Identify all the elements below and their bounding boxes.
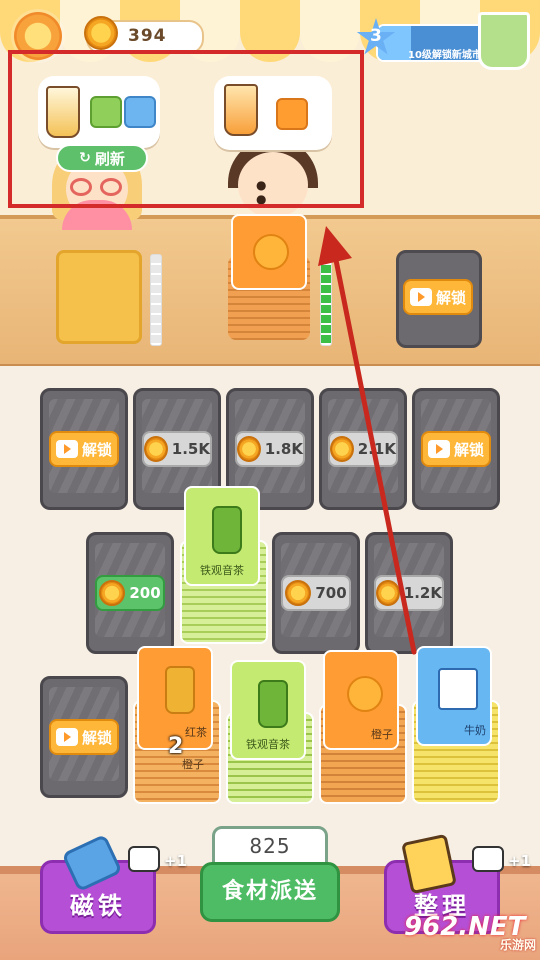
video-ad-icon [128,846,160,872]
card-label: 铁观音茶 [246,738,290,751]
grid-slot-r2-c4[interactable]: 1.2K [365,532,453,654]
grid-slot-r2-c3[interactable]: 700 [272,532,360,654]
sort-bonus: +1 [508,852,532,870]
card-label: 橙子 [371,728,393,741]
grid-slot-r1-c5[interactable]: 解锁 [412,388,500,510]
video-ad-icon [55,440,78,458]
unlock-button[interactable]: 解锁 [403,279,473,315]
grid-slot-r1-c1[interactable]: 解锁 [40,388,128,510]
price-label: 700 [315,584,347,602]
green-drink-icon [478,12,530,70]
buy-slot-button[interactable]: 1.8K [235,431,305,467]
video-ad-icon [472,846,504,872]
slot-1-meter [150,254,162,346]
dispatch-ingredients-button[interactable]: 食材派送 [200,862,340,922]
coin-counter: 394 [84,16,204,54]
buy-slot-button[interactable]: 200 [95,575,165,611]
milk-carton-icon [438,668,478,710]
video-ad-icon [55,728,78,746]
coin-count: 394 [128,26,167,46]
price-label: 2.1K [357,440,396,458]
unlock-label: 解锁 [453,440,484,459]
card-sub-label: 橙子 [182,758,204,771]
level-number: 3 [370,26,382,46]
buy-slot-button[interactable]: 700 [281,575,351,611]
green-tea-bottle-icon [212,506,242,554]
milk-card[interactable]: 牛奶 [416,646,492,746]
level-hint: 10级解锁新城市 [408,50,482,61]
price-label: 1.8K [264,440,303,458]
buy-slot-button[interactable]: 1.5K [142,431,212,467]
coin-icon [144,436,168,462]
magnet-bonus: +1 [164,852,188,870]
magnet-label: 磁铁 [70,892,126,920]
orange-icon [253,234,289,270]
highlight-box [8,50,364,208]
tieguanyin-tea-card[interactable]: 铁观音茶 [184,486,260,586]
slot-2-meter [320,254,332,346]
black-tea-bottle-icon [165,666,195,714]
level-bar: 10级解锁新城市 [376,24,490,62]
grid-slot-r1-c4[interactable]: 2.1K [319,388,407,510]
unlock-button[interactable]: 解锁 [49,719,119,755]
card-label: 铁观音茶 [200,564,244,577]
unlock-label: 解锁 [81,440,112,459]
video-ad-icon [427,440,450,458]
unlock-label: 解锁 [81,728,112,747]
coin-icon [99,580,126,606]
unlock-button[interactable]: 解锁 [49,431,119,467]
coin-icon [237,436,261,462]
price-label: 1.5K [171,440,210,458]
unlock-label: 解锁 [435,288,466,307]
orange-icon [347,676,383,712]
coin-icon [376,580,400,606]
price-label: 200 [129,584,161,602]
card-label: 牛奶 [464,724,486,737]
counter-slot-2-card[interactable] [231,214,307,290]
video-ad-icon [409,288,432,306]
coin-icon [285,580,312,606]
counter-slot-1[interactable] [56,250,142,344]
site-watermark: 962.NET 乐游网 [404,912,536,956]
coin-icon [84,16,118,50]
coin-icon [330,436,354,462]
counter-slot-3-locked[interactable]: 解锁 [396,250,482,348]
grid-slot-r2-c1[interactable]: 200 [86,532,174,654]
level-progress[interactable]: 10级解锁新城市 3 [356,18,490,62]
dispatch-count: 825 [212,826,328,866]
price-label: 1.2K [403,584,442,602]
green-tea-bottle-icon [258,680,288,728]
grid-slot-r3-c1[interactable]: 解锁 [40,676,128,798]
buy-slot-button[interactable]: 1.2K [374,575,444,611]
unlock-button[interactable]: 解锁 [421,431,491,467]
buy-slot-button[interactable]: 2.1K [328,431,398,467]
tieguanyin-tea-card[interactable]: 铁观音茶 [230,660,306,760]
orange-card[interactable]: 橙子 [323,650,399,750]
